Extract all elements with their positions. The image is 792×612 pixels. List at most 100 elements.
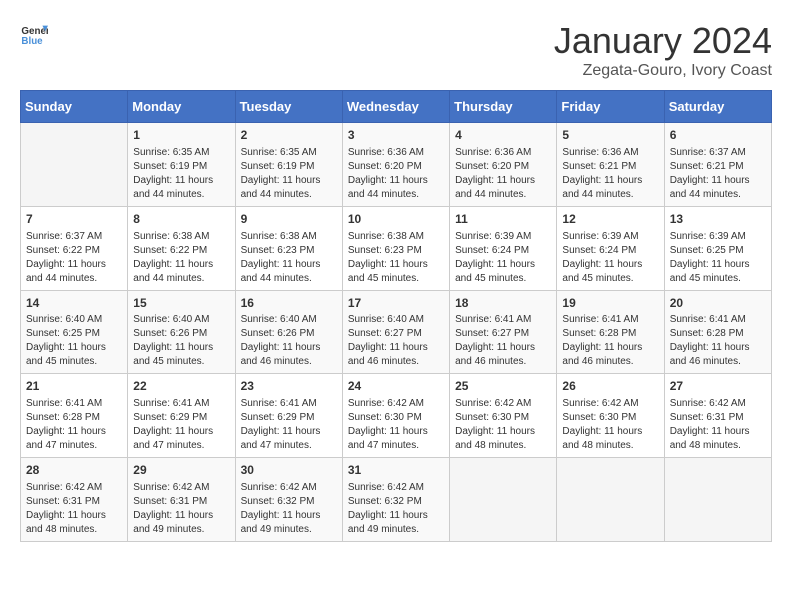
calendar-cell: 27Sunrise: 6:42 AMSunset: 6:31 PMDayligh… [664,374,771,458]
day-number: 9 [241,211,337,228]
day-number: 18 [455,295,551,312]
day-info: Sunrise: 6:41 AMSunset: 6:29 PMDaylight:… [241,397,337,453]
logo-icon: General Blue [20,20,48,48]
logo: General Blue [20,20,48,48]
svg-text:Blue: Blue [21,36,43,47]
weekday-header-thursday: Thursday [450,91,557,123]
calendar-cell: 24 Sunrise: 6:42 AMSunset: 6:30 PMDayligh… [342,374,449,458]
calendar-cell: 26 Sunrise: 6:42 AMSunset: 6:30 PMDayligh… [557,374,664,458]
day-info: Sunrise: 6:42 AMSunset: 6:30 PMDaylight:… [348,397,444,453]
calendar-week-row: 1 Sunrise: 6:35 AMSunset: 6:19 PMDaylight… [21,123,772,207]
day-info: Sunrise: 6:41 AMSunset: 6:28 PMDaylight:… [26,397,122,453]
calendar-week-row: 28 Sunrise: 6:42 AMSunset: 6:31 PMDayligh… [21,458,772,542]
calendar-cell: 14Sunrise: 6:40 AMSunset: 6:25 PMDayligh… [21,290,128,374]
day-number: 12 [562,211,658,228]
day-info: Sunrise: 6:42 AMSunset: 6:30 PMDaylight:… [562,397,658,453]
day-number: 3 [348,127,444,144]
title-block: January 2024 Zegata-Gouro, Ivory Coast [554,20,772,80]
calendar-week-row: 14Sunrise: 6:40 AMSunset: 6:25 PMDayligh… [21,290,772,374]
calendar-cell: 18Sunrise: 6:41 AMSunset: 6:27 PMDayligh… [450,290,557,374]
calendar-cell: 8 Sunrise: 6:38 AMSunset: 6:22 PMDaylight… [128,206,235,290]
day-number: 22 [133,378,229,395]
day-number: 10 [348,211,444,228]
day-info: Sunrise: 6:42 AMSunset: 6:32 PMDaylight:… [348,481,444,537]
calendar-cell: 30 Sunrise: 6:42 AMSunset: 6:32 PMDayligh… [235,458,342,542]
weekday-header-row: SundayMondayTuesdayWednesdayThursdayFrid… [21,91,772,123]
day-number: 5 [562,127,658,144]
calendar-cell: 11 Sunrise: 6:39 AMSunset: 6:24 PMDayligh… [450,206,557,290]
day-info: Sunrise: 6:41 AMSunset: 6:28 PMDaylight:… [670,313,766,369]
day-info: Sunrise: 6:37 AMSunset: 6:22 PMDaylight:… [26,230,122,286]
day-info: Sunrise: 6:38 AMSunset: 6:23 PMDaylight:… [241,230,337,286]
day-number: 30 [241,462,337,479]
day-number: 4 [455,127,551,144]
day-info: Sunrise: 6:36 AMSunset: 6:20 PMDaylight:… [455,146,551,202]
calendar-cell [557,458,664,542]
day-number: 19 [562,295,658,312]
day-info: Sunrise: 6:42 AMSunset: 6:32 PMDaylight:… [241,481,337,537]
day-number: 17 [348,295,444,312]
day-info: Sunrise: 6:41 AMSunset: 6:27 PMDaylight:… [455,313,551,369]
day-info: Sunrise: 6:36 AMSunset: 6:20 PMDaylight:… [348,146,444,202]
day-info: Sunrise: 6:42 AMSunset: 6:31 PMDaylight:… [133,481,229,537]
day-info: Sunrise: 6:38 AMSunset: 6:22 PMDaylight:… [133,230,229,286]
day-info: Sunrise: 6:42 AMSunset: 6:30 PMDaylight:… [455,397,551,453]
page-header: General Blue January 2024 Zegata-Gouro, … [20,20,772,80]
day-number: 15 [133,295,229,312]
day-number: 11 [455,211,551,228]
calendar-cell: 23Sunrise: 6:41 AMSunset: 6:29 PMDayligh… [235,374,342,458]
day-number: 16 [241,295,337,312]
weekday-header-wednesday: Wednesday [342,91,449,123]
day-info: Sunrise: 6:42 AMSunset: 6:31 PMDaylight:… [26,481,122,537]
day-number: 2 [241,127,337,144]
day-info: Sunrise: 6:35 AMSunset: 6:19 PMDaylight:… [241,146,337,202]
day-info: Sunrise: 6:39 AMSunset: 6:25 PMDaylight:… [670,230,766,286]
calendar-cell: 9 Sunrise: 6:38 AMSunset: 6:23 PMDaylight… [235,206,342,290]
calendar-cell: 16Sunrise: 6:40 AMSunset: 6:26 PMDayligh… [235,290,342,374]
calendar-cell [664,458,771,542]
day-info: Sunrise: 6:39 AMSunset: 6:24 PMDaylight:… [562,230,658,286]
calendar-cell: 5Sunrise: 6:36 AMSunset: 6:21 PMDaylight… [557,123,664,207]
weekday-header-friday: Friday [557,91,664,123]
calendar-cell: 6Sunrise: 6:37 AMSunset: 6:21 PMDaylight… [664,123,771,207]
month-title: January 2024 [554,20,772,62]
day-info: Sunrise: 6:37 AMSunset: 6:21 PMDaylight:… [670,146,766,202]
day-info: Sunrise: 6:39 AMSunset: 6:24 PMDaylight:… [455,230,551,286]
day-info: Sunrise: 6:40 AMSunset: 6:25 PMDaylight:… [26,313,122,369]
day-number: 27 [670,378,766,395]
weekday-header-saturday: Saturday [664,91,771,123]
calendar-cell: 19Sunrise: 6:41 AMSunset: 6:28 PMDayligh… [557,290,664,374]
day-number: 29 [133,462,229,479]
day-number: 24 [348,378,444,395]
calendar-cell: 31 Sunrise: 6:42 AMSunset: 6:32 PMDayligh… [342,458,449,542]
day-info: Sunrise: 6:40 AMSunset: 6:26 PMDaylight:… [241,313,337,369]
day-number: 8 [133,211,229,228]
calendar-cell: 25Sunrise: 6:42 AMSunset: 6:30 PMDayligh… [450,374,557,458]
day-info: Sunrise: 6:41 AMSunset: 6:28 PMDaylight:… [562,313,658,369]
calendar-cell [21,123,128,207]
day-info: Sunrise: 6:35 AMSunset: 6:19 PMDaylight:… [133,146,229,202]
day-info: Sunrise: 6:40 AMSunset: 6:27 PMDaylight:… [348,313,444,369]
day-number: 26 [562,378,658,395]
calendar-cell: 10 Sunrise: 6:38 AMSunset: 6:23 PMDayligh… [342,206,449,290]
calendar-cell [450,458,557,542]
day-number: 1 [133,127,229,144]
day-info: Sunrise: 6:41 AMSunset: 6:29 PMDaylight:… [133,397,229,453]
calendar-cell: 15Sunrise: 6:40 AMSunset: 6:26 PMDayligh… [128,290,235,374]
calendar-cell: 4 Sunrise: 6:36 AMSunset: 6:20 PMDaylight… [450,123,557,207]
day-number: 20 [670,295,766,312]
day-info: Sunrise: 6:38 AMSunset: 6:23 PMDaylight:… [348,230,444,286]
weekday-header-sunday: Sunday [21,91,128,123]
calendar-cell: 3 Sunrise: 6:36 AMSunset: 6:20 PMDaylight… [342,123,449,207]
calendar-cell: 17Sunrise: 6:40 AMSunset: 6:27 PMDayligh… [342,290,449,374]
day-number: 28 [26,462,122,479]
calendar-cell: 21Sunrise: 6:41 AMSunset: 6:28 PMDayligh… [21,374,128,458]
calendar-cell: 22 Sunrise: 6:41 AMSunset: 6:29 PMDayligh… [128,374,235,458]
day-info: Sunrise: 6:40 AMSunset: 6:26 PMDaylight:… [133,313,229,369]
calendar-week-row: 21Sunrise: 6:41 AMSunset: 6:28 PMDayligh… [21,374,772,458]
calendar-cell: 20Sunrise: 6:41 AMSunset: 6:28 PMDayligh… [664,290,771,374]
day-number: 31 [348,462,444,479]
calendar-cell: 28 Sunrise: 6:42 AMSunset: 6:31 PMDayligh… [21,458,128,542]
weekday-header-monday: Monday [128,91,235,123]
weekday-header-tuesday: Tuesday [235,91,342,123]
